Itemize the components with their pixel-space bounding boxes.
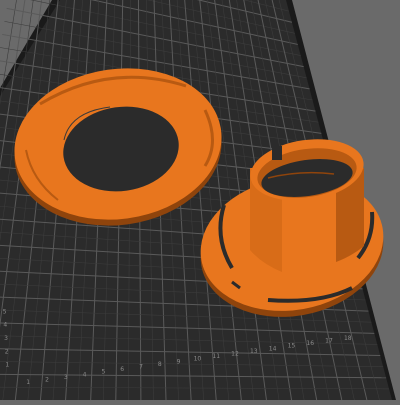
ruler-x-label: 13 — [250, 348, 258, 355]
ruler-x-label: 12 — [231, 351, 239, 358]
ruler-x-label: 14 — [269, 345, 277, 352]
ruler-x-label: 17 — [325, 338, 333, 345]
ruler-y-label: 1 — [5, 362, 9, 369]
ruler-x-label: 7 — [139, 364, 143, 371]
cylinder-notch — [272, 146, 282, 160]
viewport-canvas[interactable]: 1 2 3 4 5 6 7 8 9 10 11 12 13 14 15 16 17 18 12345 — [0, 0, 400, 401]
ruler-y-label: 2 — [5, 348, 9, 355]
3d-viewport[interactable]: 1 2 3 4 5 6 7 8 9 10 11 12 13 14 15 16 17 18 12345 — [0, 0, 400, 401]
ruler-x-label: 18 — [344, 335, 352, 342]
ruler-x-label: 2 — [45, 377, 49, 384]
ruler-x-label: 6 — [120, 366, 124, 373]
ruler-x-label: 3 — [64, 374, 68, 381]
ruler-x-label: 9 — [177, 358, 181, 365]
ruler-y-label: 3 — [4, 335, 8, 342]
ruler-x-label: 4 — [83, 371, 87, 378]
ruler-x-label: 8 — [158, 361, 162, 368]
ruler-x-label: 5 — [101, 369, 105, 376]
ruler-y-label: 5 — [3, 308, 7, 315]
ruler-x-label: 16 — [306, 340, 314, 347]
ruler-x-label: 11 — [212, 353, 220, 360]
ruler-x-label: 10 — [194, 356, 202, 363]
ruler-x-label: 15 — [288, 343, 296, 350]
ruler-x-label: 1 — [26, 379, 30, 386]
ruler-y-label: 4 — [3, 322, 7, 329]
